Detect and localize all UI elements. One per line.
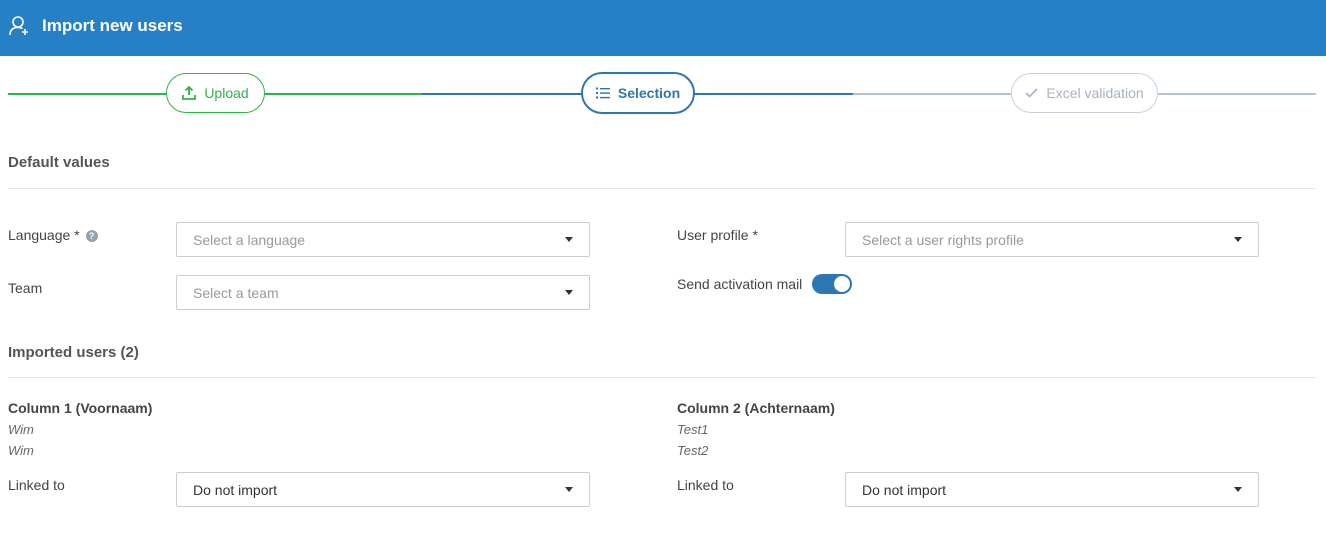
import-stepper: Upload Selection Excel validation <box>0 72 1326 116</box>
column-2-header: Column 2 (Achternaam) <box>677 400 835 416</box>
user-profile-select-placeholder: Select a user rights profile <box>862 232 1024 248</box>
step-upload[interactable]: Upload <box>166 73 265 113</box>
team-select-placeholder: Select a team <box>193 285 279 301</box>
column-2-linked-select[interactable]: Do not import <box>845 472 1259 507</box>
help-icon[interactable]: ? <box>85 230 98 242</box>
column-1-linked-select[interactable]: Do not import <box>176 472 590 507</box>
team-label: Team <box>8 280 43 296</box>
column-2-value: Test2 <box>677 443 709 458</box>
caret-down-icon <box>565 237 573 242</box>
user-profile-select[interactable]: Select a user rights profile <box>845 222 1259 257</box>
language-label-text: Language * <box>8 227 80 243</box>
activation-mail-toggle[interactable] <box>812 274 852 294</box>
page-header: Import new users <box>0 0 1326 56</box>
toggle-knob <box>834 276 850 292</box>
default-values-divider <box>8 188 1316 189</box>
column-1-linked-label: Linked to <box>8 477 65 493</box>
column-1-linked-value: Do not import <box>193 482 278 498</box>
imported-users-title: Imported users (2) <box>8 344 139 361</box>
list-icon <box>595 87 610 99</box>
language-select-placeholder: Select a language <box>193 232 306 248</box>
column-1-header: Column 1 (Voornaam) <box>8 400 153 416</box>
caret-down-icon <box>565 487 573 492</box>
imported-users-divider <box>8 377 1316 378</box>
column-2-value: Test1 <box>677 422 709 437</box>
column-2-linked-value: Do not import <box>862 482 947 498</box>
step-selection[interactable]: Selection <box>581 72 695 114</box>
activation-mail-label: Send activation mail <box>677 276 803 292</box>
column-1-value: Wim <box>8 443 34 458</box>
user-profile-label: User profile * <box>677 227 758 243</box>
caret-down-icon <box>565 290 573 295</box>
step-excel-validation[interactable]: Excel validation <box>1011 73 1158 113</box>
caret-down-icon <box>1234 237 1242 242</box>
language-label: Language *? <box>8 227 98 243</box>
page-title: Import new users <box>42 16 183 35</box>
column-2-linked-label: Linked to <box>677 477 734 493</box>
step-excel-validation-label: Excel validation <box>1046 85 1144 101</box>
step-upload-label: Upload <box>204 85 249 101</box>
team-select[interactable]: Select a team <box>176 275 590 310</box>
caret-down-icon <box>1234 487 1242 492</box>
language-select[interactable]: Select a language <box>176 222 590 257</box>
upload-icon <box>182 86 197 100</box>
column-1-value: Wim <box>8 422 34 437</box>
user-plus-icon <box>9 16 28 36</box>
check-icon <box>1025 88 1038 98</box>
default-values-title: Default values <box>8 154 110 171</box>
step-selection-label: Selection <box>617 85 681 101</box>
